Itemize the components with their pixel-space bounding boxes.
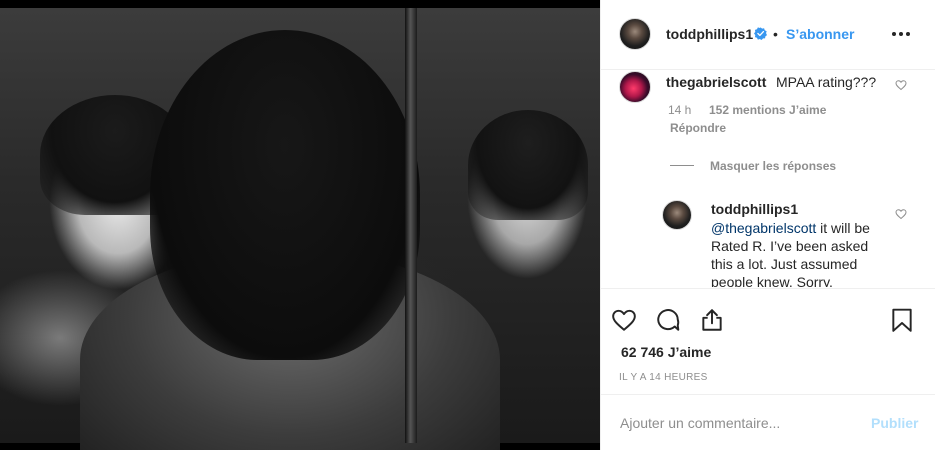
reply-like-heart-icon[interactable] <box>895 208 907 220</box>
author-username[interactable]: toddphillips1 <box>666 26 753 42</box>
header-separator: • <box>773 26 778 42</box>
photo-hair-right <box>468 110 588 220</box>
comments-list[interactable]: thegabrielscott MPAA rating??? 14 h 152 … <box>601 71 935 287</box>
like-heart-icon[interactable] <box>611 307 637 333</box>
author-avatar[interactable] <box>619 18 651 50</box>
follow-button[interactable]: S’abonner <box>786 26 854 42</box>
reply-mention-link[interactable]: @thegabrielscott <box>711 220 816 236</box>
comment-input[interactable] <box>620 413 850 433</box>
action-bar <box>601 288 935 338</box>
photo-head-back <box>150 30 420 360</box>
bookmark-icon[interactable] <box>889 307 915 333</box>
comment-bubble-icon[interactable] <box>655 307 681 333</box>
comment-username[interactable]: thegabrielscott <box>666 74 766 90</box>
reply-avatar[interactable] <box>662 200 692 230</box>
post-timestamp[interactable]: IL Y A 14 HEURES <box>619 372 708 383</box>
publish-button[interactable]: Publier <box>871 415 918 431</box>
hide-replies-button[interactable]: Masquer les réponses <box>710 159 836 173</box>
comment-text: MPAA rating??? <box>776 74 877 90</box>
add-comment-section: Publier <box>601 394 935 450</box>
photo-mirror-edge <box>405 8 417 443</box>
reply-username[interactable]: toddphillips1 <box>711 201 798 217</box>
comment-avatar[interactable] <box>619 71 651 103</box>
post-panel: toddphillips1 • S’abonner thegabrielscot… <box>600 0 935 450</box>
comment-likes[interactable]: 152 mentions J’aime <box>709 103 826 117</box>
likes-count[interactable]: 62 746 J’aime <box>621 344 711 360</box>
verified-badge-icon <box>754 27 767 40</box>
more-options-icon[interactable] <box>889 24 913 44</box>
hide-replies-line <box>670 165 694 166</box>
share-icon[interactable] <box>699 307 725 333</box>
reply-text: @thegabrielscott it will be Rated R. I’v… <box>711 219 889 287</box>
post-photo[interactable] <box>0 0 600 450</box>
comment-like-heart-icon[interactable] <box>895 79 907 91</box>
comment-time[interactable]: 14 h <box>668 103 691 117</box>
reply-button[interactable]: Répondre <box>670 121 726 135</box>
post-header: toddphillips1 • S’abonner <box>601 0 935 70</box>
